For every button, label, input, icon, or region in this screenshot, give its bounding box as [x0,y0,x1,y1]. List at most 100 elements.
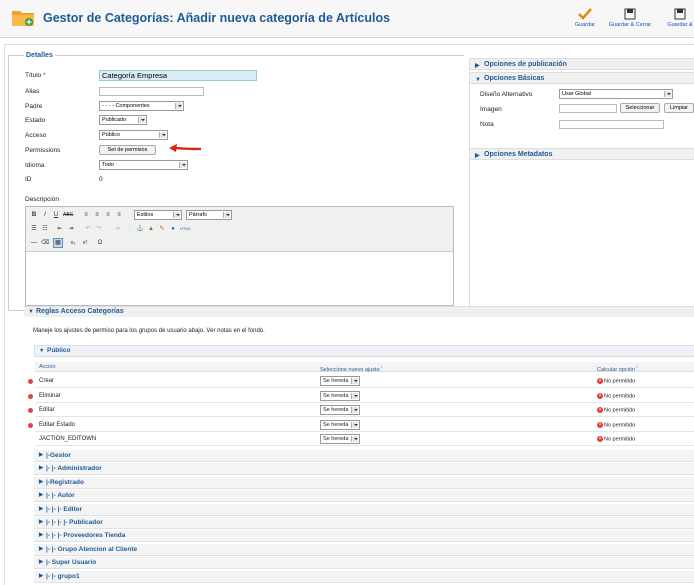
setting-select[interactable]: Se hereda [320,390,360,401]
alt-layout-select[interactable]: Usar Global [559,89,673,99]
group-header[interactable]: ▶ |- |- grupo1 [34,570,694,583]
visual-aid-icon[interactable]: ▦ [53,238,63,248]
access-select[interactable]: Público [99,130,168,140]
triangle-right-icon: ▶ [475,153,480,159]
redo-icon[interactable]: ↷ [95,225,103,233]
triangle-down-icon: ▼ [475,77,481,83]
acl-panel-header[interactable]: ▼ Reglas Acceso Categorías [24,306,694,317]
group-header[interactable]: ▶ |- |- |- |- Publicador [34,517,694,529]
calculated-value: × No permitido [597,392,636,399]
html-icon[interactable]: HTML [180,225,191,233]
language-select[interactable]: Todo [99,160,188,170]
align-justify-icon[interactable]: ≡ [115,211,123,219]
group-header[interactable]: ▶ |- |- Administrador [34,463,694,476]
public-group-header[interactable]: ▼ Público [34,345,694,357]
bullet-list-icon[interactable]: ☰ [30,225,38,233]
group-header[interactable]: ▶ |- Super Usuario [34,557,694,570]
title-input[interactable]: Categoría Empresa [99,70,257,81]
italic-icon[interactable]: I [41,211,49,219]
page-title: Gestor de Categorías: Añadir nueva categ… [43,11,391,25]
set-permissions-button[interactable]: Set de permisos [99,145,156,155]
unlink-icon[interactable]: ◌ [125,225,133,233]
new-setting-header: Seleccione nuevo ajuste i [320,364,383,373]
triangle-right-icon: ▶ [39,559,44,566]
setting-select[interactable]: Se hereda [320,376,360,386]
info-icon: i [636,364,638,369]
metadata-options-panel[interactable]: ▶ Opciones Metadatos [469,148,694,160]
clear-image-button[interactable]: Limpiar [664,103,694,113]
remove-format-icon[interactable]: ⌫ [41,239,49,247]
acl-row: Editar Se hereda × No permitido [35,403,694,417]
group-header[interactable]: ▶ |- |- Grupo Atencion al Cliente [34,543,694,556]
save-close-button[interactable]: Guardar & Cerrar [604,8,656,28]
triangle-right-icon: ▶ [39,465,44,472]
setting-select[interactable]: Se hereda [320,434,360,444]
triangle-right-icon: ▶ [39,452,44,458]
triangle-right-icon: ▶ [39,492,44,499]
details-legend: Detalles [24,52,55,59]
horizontal-rule-icon[interactable]: — [30,239,38,247]
align-left-icon[interactable]: ≡ [82,211,90,219]
group-header[interactable]: ▶ |- |- Autor [34,490,694,503]
triangle-down-icon: ▼ [39,348,45,354]
numbered-list-icon[interactable]: ☷ [41,225,49,233]
chevron-down-icon [173,212,180,218]
indent-icon[interactable]: ⇥ [67,225,75,233]
parent-select[interactable]: - - - - Componentes [99,101,184,111]
special-char-icon[interactable]: Ω [96,239,104,247]
action-name: Editar [39,407,55,413]
group-header[interactable]: ▶ |-Registrado [34,476,694,489]
image-icon[interactable]: ▲ [147,225,155,233]
chevron-down-icon [175,103,182,109]
group-header[interactable]: ▶ |- |- |- Editor [34,503,694,516]
alias-input[interactable] [99,87,204,96]
strikethrough-icon[interactable]: ABC [63,211,73,219]
note-input[interactable] [559,120,664,129]
group-header[interactable]: ▶ |- |- |- Proveedores Tienda [34,530,694,543]
undo-icon[interactable]: ↶ [84,225,92,233]
state-label: Estado [25,117,46,124]
subscript-icon[interactable]: x₂ [69,239,77,247]
outdent-icon[interactable]: ⇤ [56,225,64,233]
image-input[interactable] [559,104,617,113]
acl-intro: Maneje los ajustes de permiso para los g… [33,328,265,334]
action-name: Crear [39,378,55,384]
action-header: Acción [39,364,56,370]
setting-select[interactable]: Se hereda [320,419,360,430]
chevron-down-icon [351,421,358,428]
triangle-right-icon: ▶ [475,63,480,69]
triangle-right-icon: ▶ [39,478,44,485]
underline-icon[interactable]: U [52,211,60,219]
description-editor[interactable]: B I U ABC ≡ ≡ ≡ ≡ Estilos Párrafo ☰ ☷ ⇤ … [25,206,454,306]
align-center-icon[interactable]: ≡ [93,211,101,219]
save-button[interactable]: Guardar [572,8,598,28]
styles-select[interactable]: Estilos [134,210,182,220]
group-header[interactable]: ▶ |-Gestor [34,450,694,462]
bold-icon[interactable]: B [30,211,38,219]
alias-label: Alias [25,88,40,95]
triangle-right-icon: ▶ [39,519,44,525]
save-new-icon [674,8,686,20]
anchor-icon[interactable]: ⚓ [136,225,144,233]
setting-select[interactable]: Se hereda [320,405,360,415]
save-new-label: Guardar & [667,22,693,28]
access-label: Acceso [25,132,47,139]
state-select[interactable]: Publicado [99,115,147,125]
basic-options-panel[interactable]: ▼ Opciones Básicas [469,72,694,84]
align-right-icon[interactable]: ≡ [104,211,112,219]
select-image-button[interactable]: Seleccionar [620,103,660,113]
help-icon[interactable]: ● [169,225,177,233]
publish-options-panel[interactable]: ▶ Opciones de publicación [469,58,694,70]
save-new-button[interactable]: Guardar & [660,8,694,28]
action-name: JACTION_EDITOWN [39,436,97,442]
acl-row: JACTION_EDITOWN Se hereda × No permitido [35,432,694,446]
id-label: ID [25,176,32,183]
cleanup-icon[interactable]: ✎ [158,225,166,233]
format-select[interactable]: Párrafo [186,210,232,220]
not-allowed-icon: × [597,407,603,413]
chevron-down-icon [664,91,671,97]
checkmark-icon [578,8,592,20]
superscript-icon[interactable]: x² [81,239,89,247]
chevron-down-icon [351,407,358,413]
link-icon[interactable]: ∞ [114,225,122,233]
